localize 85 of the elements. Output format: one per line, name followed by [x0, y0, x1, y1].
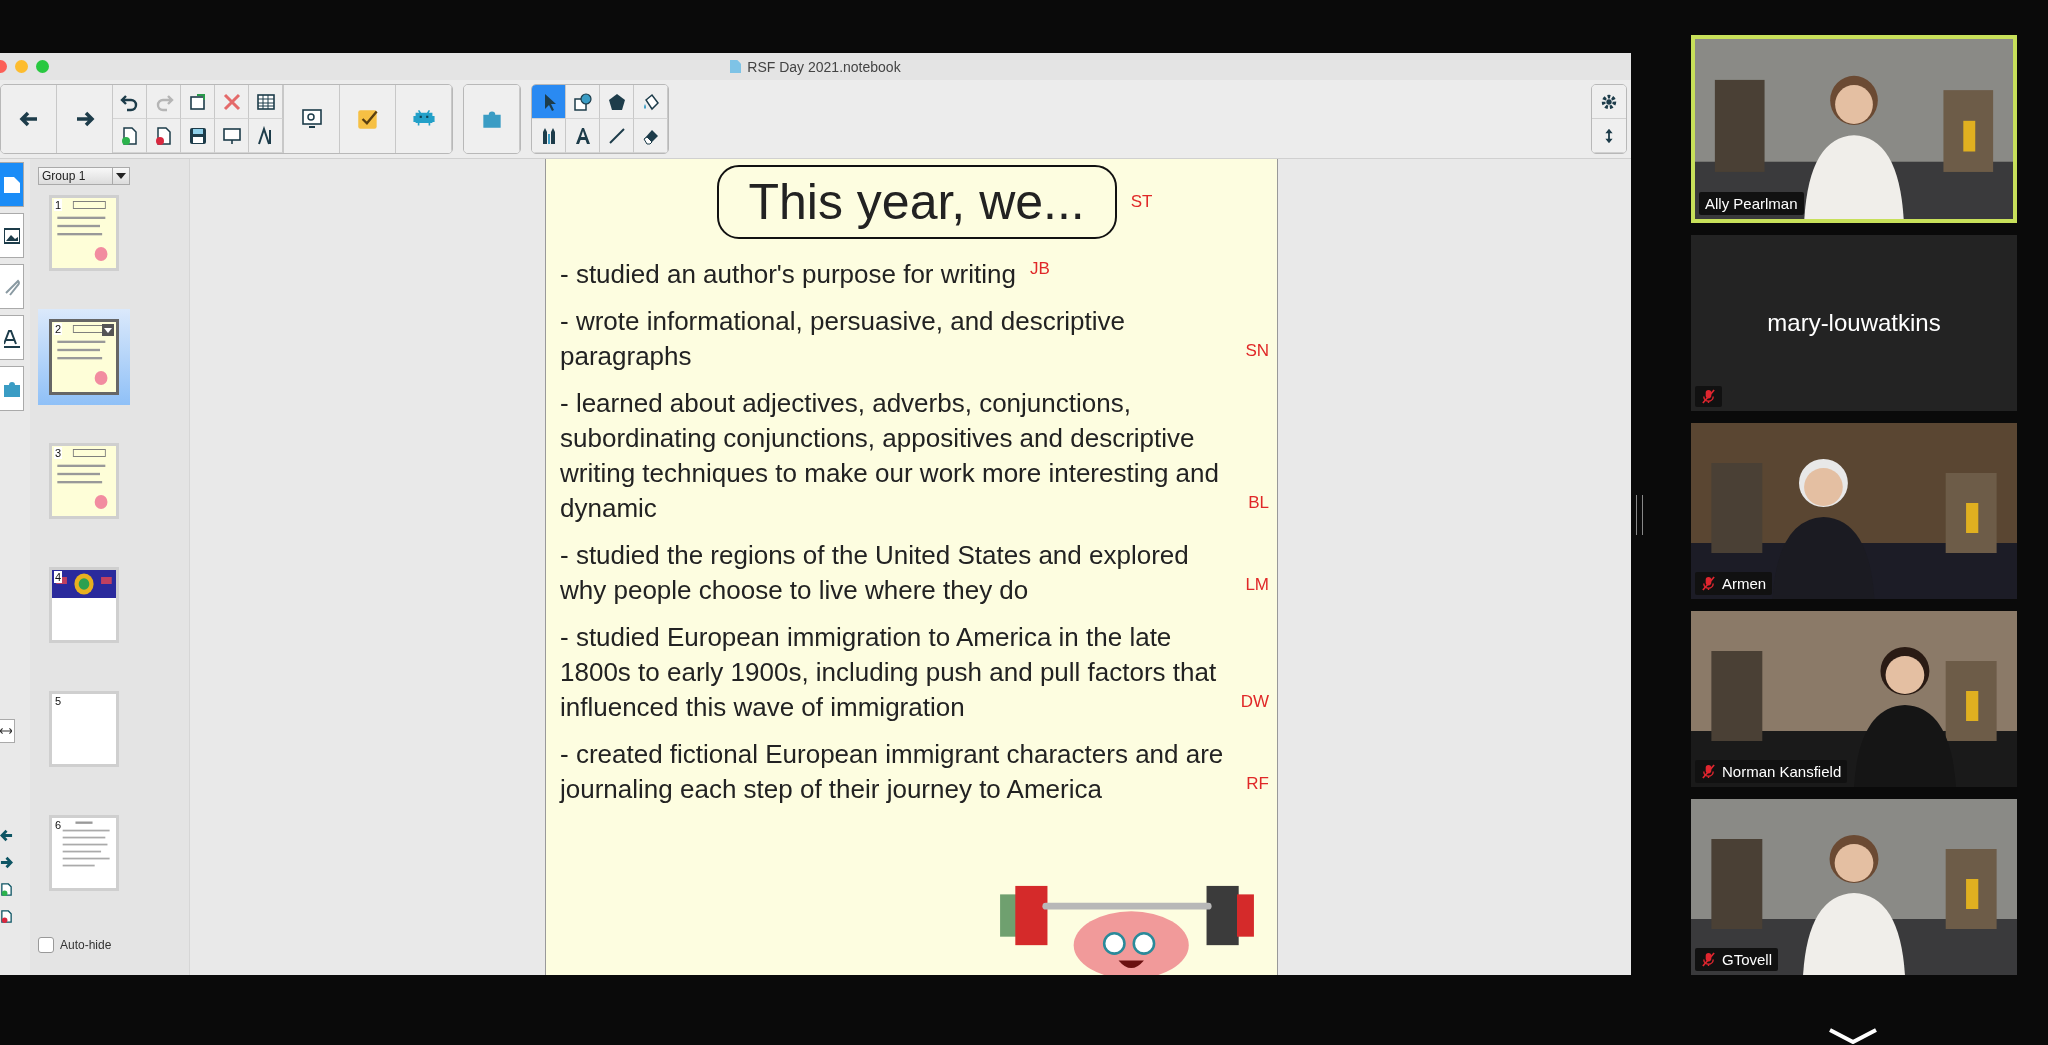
- participant-name: mary-louwatkins: [1766, 309, 1942, 337]
- student-initials: SN: [1245, 340, 1269, 362]
- page-number: 1: [54, 199, 63, 211]
- student-initials: JB: [1029, 258, 1050, 280]
- pointer-tool-button[interactable]: [532, 85, 566, 119]
- accomplishment-text: - studied European immigration to America in the late 1800s to early 1900s, including push and pull factors that influenced this wave of immigration: [560, 621, 1218, 724]
- pane-resize-handle[interactable]: [1636, 495, 1643, 535]
- student-initials: LM: [1245, 574, 1269, 596]
- page-icon: [4, 174, 20, 195]
- accomplishment-text: - studied the regions of the United States and explored why people choose to live where they do: [560, 539, 1190, 607]
- delete-page-icon[interactable]: [0, 910, 13, 923]
- accomplishment-text: - learned about adjectives, adverbs, conjunctions, subordinating conjunctions, appositives and descriptive writing techniques to make our work more interesting and dynamic: [560, 387, 1220, 525]
- eraser-tool-button[interactable]: [634, 119, 668, 153]
- student-initials: BL: [1248, 492, 1269, 514]
- gallery-tab[interactable]: [0, 213, 24, 258]
- add-ons-tab[interactable]: [0, 366, 24, 411]
- slide-preview-drawing: [52, 570, 116, 598]
- shape-tool-button[interactable]: [566, 85, 600, 119]
- participant-name: Norman Kansfield: [1722, 763, 1842, 780]
- double-arrow-icon: [0, 727, 12, 735]
- window-title: RSF Day 2021.notebook: [747, 58, 901, 75]
- page-number: 5: [54, 695, 63, 707]
- fill-tool-button[interactable]: [634, 85, 668, 119]
- chevron-down-icon[interactable]: [1828, 1028, 1878, 1044]
- settings-icon: [1600, 92, 1618, 111]
- delete-icon: [221, 91, 242, 112]
- page-item[interactable]: 3: [38, 433, 130, 529]
- paste-button[interactable]: [181, 85, 215, 119]
- screen-shade-button[interactable]: [215, 119, 249, 153]
- add-page-button[interactable]: [113, 119, 147, 153]
- page-number: 3: [54, 447, 63, 459]
- student-initials: RF: [1246, 773, 1269, 795]
- polygon-icon: [606, 91, 627, 112]
- participant-name: GTovell: [1722, 951, 1773, 968]
- student-initials: ST: [1130, 192, 1153, 212]
- line-tool-button[interactable]: [600, 119, 634, 153]
- add-ons-button[interactable]: [464, 85, 520, 153]
- table-icon: [255, 91, 276, 112]
- screen-icon: [221, 125, 242, 146]
- text-tool-button[interactable]: [566, 119, 600, 153]
- settings-button[interactable]: [1592, 85, 1626, 119]
- shapes-icon: [572, 91, 593, 112]
- page-item[interactable]: 2: [38, 309, 130, 405]
- document-icon: [730, 60, 742, 73]
- back-button[interactable]: [1, 85, 57, 153]
- caret-icon: [116, 173, 126, 179]
- page-sorter-tab[interactable]: [0, 162, 24, 207]
- move-left-icon[interactable]: [0, 829, 13, 842]
- auto-hide-checkbox[interactable]: [38, 937, 54, 953]
- accomplishment-text: - wrote informational, persuasive, and descriptive paragraphs: [560, 305, 1127, 373]
- page-item[interactable]: 6: [38, 805, 130, 901]
- student-initials: DW: [1240, 691, 1269, 713]
- page-item[interactable]: 5: [38, 681, 130, 777]
- table-button[interactable]: [249, 85, 283, 119]
- accomplishment-text: - studied an author's purpose for writing: [560, 258, 1016, 291]
- page-item[interactable]: 1: [38, 185, 130, 281]
- page-number: 4: [54, 571, 63, 583]
- page-menu-icon[interactable]: [102, 324, 114, 336]
- delete-page-button[interactable]: [147, 119, 181, 153]
- page-item[interactable]: 4: [38, 557, 130, 653]
- add-page-icon: [119, 125, 140, 146]
- measurement-tools-button[interactable]: [249, 119, 283, 153]
- move-right-icon[interactable]: [0, 856, 13, 869]
- accomplishment-text: - created fictional European immigrant characters and are journaling each step of their journey to America: [560, 738, 1225, 806]
- pens-tool-button[interactable]: [532, 119, 566, 153]
- image-icon: [4, 225, 20, 246]
- participant-name: Armen: [1722, 575, 1767, 592]
- resize-handle[interactable]: [0, 719, 15, 743]
- undo-button[interactable]: [113, 85, 147, 119]
- add-page-icon[interactable]: [0, 883, 13, 896]
- save-icon: [187, 125, 208, 146]
- delete-page-icon: [153, 125, 174, 146]
- auto-hide-label: Auto-hide: [60, 938, 112, 952]
- page-number: 6: [54, 819, 63, 831]
- text-properties-icon: [4, 327, 20, 348]
- group-dropdown[interactable]: Group 1: [38, 167, 130, 185]
- polygon-tool-button[interactable]: [600, 85, 634, 119]
- save-button[interactable]: [181, 119, 215, 153]
- properties-tab[interactable]: [0, 315, 24, 360]
- participant-name: Ally Pearlman: [1705, 195, 1798, 212]
- page-arrow-icon: [187, 91, 208, 112]
- page-number: 2: [54, 323, 63, 335]
- attachments-tab[interactable]: [0, 264, 24, 309]
- monitor-icon: [299, 107, 324, 131]
- slide-title: This year, we...: [716, 165, 1117, 239]
